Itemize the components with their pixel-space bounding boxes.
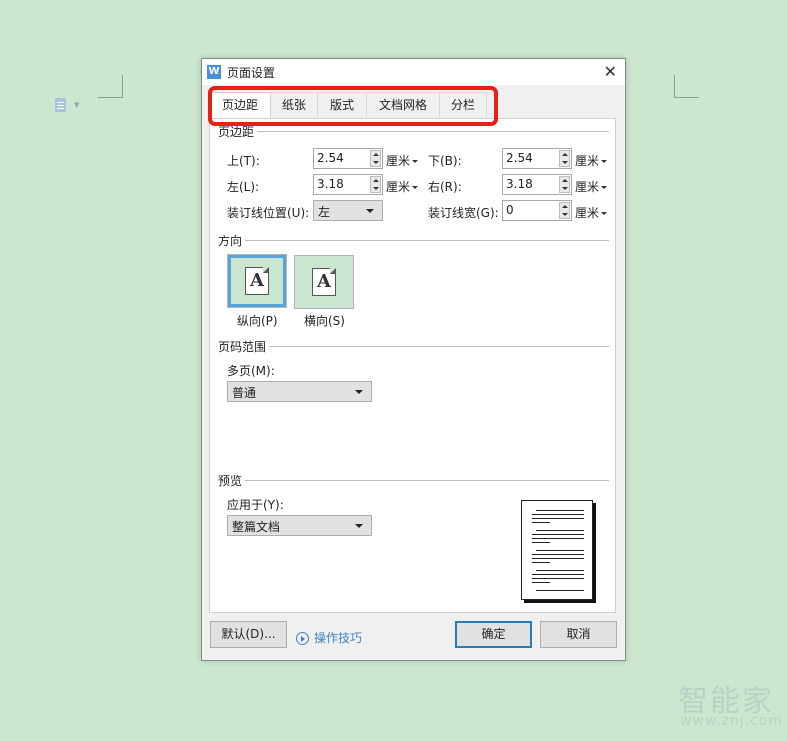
right-margin-label: 右(R): bbox=[428, 180, 462, 194]
bottom-margin-spinner[interactable]: 2.54 bbox=[502, 148, 572, 169]
gutter-position-value: 左 bbox=[318, 205, 331, 219]
preview-line bbox=[532, 538, 584, 539]
paragraph-icon[interactable] bbox=[55, 98, 66, 112]
tab-layout[interactable]: 版式 bbox=[317, 92, 367, 117]
gutter-width-label: 装订线宽(G): bbox=[428, 206, 499, 220]
margins-section-label: 页边距 bbox=[218, 123, 258, 140]
landscape-option[interactable]: A bbox=[294, 255, 354, 309]
preview-line bbox=[532, 514, 584, 515]
chevron-down-icon bbox=[355, 524, 363, 528]
multiple-pages-value: 普通 bbox=[232, 386, 257, 400]
preview-line bbox=[536, 550, 584, 551]
tab-paper[interactable]: 纸张 bbox=[270, 92, 318, 117]
page-corner-mark-right bbox=[674, 75, 699, 98]
left-margin-unit-dropdown[interactable]: 厘米 bbox=[386, 178, 418, 195]
apply-to-label: 应用于(Y): bbox=[227, 498, 284, 512]
preview-line bbox=[532, 534, 584, 535]
right-margin-spinner[interactable]: 3.18 bbox=[502, 174, 572, 195]
spinner-arrows-icon[interactable] bbox=[370, 150, 381, 167]
left-margin-spinner[interactable]: 3.18 bbox=[313, 174, 383, 195]
left-margin-value[interactable]: 3.18 bbox=[317, 177, 344, 191]
portrait-label[interactable]: 纵向(P) bbox=[237, 312, 278, 329]
right-margin-value[interactable]: 3.18 bbox=[506, 177, 533, 191]
margins-panel: 页边距 上(T): 2.54 厘米 下(B): 2.54 厘米 左(L): 3.… bbox=[209, 118, 616, 613]
preview-line bbox=[532, 582, 550, 583]
preview-line bbox=[536, 530, 584, 531]
top-margin-value[interactable]: 2.54 bbox=[317, 151, 344, 165]
page-setup-dialog: W 页面设置 ✕ 页边距 纸张 版式 文档网格 分栏 页边距 上(T): 2.5… bbox=[201, 58, 626, 661]
bottom-margin-value[interactable]: 2.54 bbox=[506, 151, 533, 165]
wps-writer-icon: W bbox=[207, 65, 221, 79]
preview-line bbox=[536, 590, 584, 591]
top-margin-unit-dropdown[interactable]: 厘米 bbox=[386, 152, 418, 169]
spinner-arrows-icon[interactable] bbox=[559, 150, 570, 167]
page-range-section-label: 页码范围 bbox=[218, 338, 270, 355]
section-divider bbox=[218, 240, 609, 241]
page-corner-mark-left bbox=[98, 75, 123, 98]
left-margin-label: 左(L): bbox=[227, 180, 260, 194]
top-margin-label: 上(T): bbox=[227, 154, 260, 168]
tips-label[interactable]: 操作技巧 bbox=[314, 631, 362, 645]
spinner-arrows-icon[interactable] bbox=[559, 202, 570, 219]
gutter-position-label: 装订线位置(U): bbox=[227, 206, 310, 220]
chevron-down-icon[interactable]: ▼ bbox=[74, 101, 79, 109]
right-margin-unit-dropdown[interactable]: 厘米 bbox=[575, 178, 607, 195]
page-preview bbox=[521, 500, 593, 600]
spinner-arrows-icon[interactable] bbox=[559, 176, 570, 193]
multiple-pages-select[interactable]: 普通 bbox=[227, 381, 372, 402]
preview-line bbox=[536, 570, 584, 571]
chevron-down-icon bbox=[355, 390, 363, 394]
dialog-title: 页面设置 bbox=[227, 66, 276, 80]
chevron-down-icon bbox=[366, 209, 374, 213]
preview-line bbox=[532, 518, 584, 519]
tab-margins[interactable]: 页边距 bbox=[209, 92, 271, 119]
section-divider bbox=[218, 131, 609, 132]
landscape-page-icon: A bbox=[312, 268, 336, 296]
preview-line bbox=[532, 522, 550, 523]
section-divider bbox=[218, 480, 609, 481]
gutter-position-select[interactable]: 左 bbox=[313, 200, 383, 221]
preview-section-label: 预览 bbox=[218, 472, 246, 489]
portrait-option[interactable]: A bbox=[227, 254, 287, 308]
portrait-page-icon: A bbox=[245, 267, 269, 295]
preview-line bbox=[532, 574, 584, 575]
apply-to-value: 整篇文档 bbox=[232, 520, 281, 534]
section-divider bbox=[218, 346, 609, 347]
preview-line bbox=[532, 554, 584, 555]
tips-link[interactable]: 操作技巧 bbox=[296, 629, 362, 646]
preview-line bbox=[532, 578, 584, 579]
default-button[interactable]: 默认(D)... bbox=[210, 621, 287, 648]
title-bar: W 页面设置 ✕ bbox=[202, 59, 625, 85]
preview-line bbox=[536, 510, 584, 511]
ok-button[interactable]: 确定 bbox=[455, 621, 532, 648]
landscape-label[interactable]: 横向(S) bbox=[304, 312, 345, 329]
tab-document-grid[interactable]: 文档网格 bbox=[366, 92, 440, 117]
cancel-button[interactable]: 取消 bbox=[540, 621, 617, 648]
spinner-arrows-icon[interactable] bbox=[370, 176, 381, 193]
gutter-width-spinner[interactable]: 0 bbox=[502, 200, 572, 221]
orientation-section-label: 方向 bbox=[218, 232, 246, 249]
apply-to-select[interactable]: 整篇文档 bbox=[227, 515, 372, 536]
preview-line bbox=[532, 558, 584, 559]
preview-line bbox=[532, 562, 550, 563]
preview-line bbox=[532, 542, 550, 543]
bottom-margin-unit-dropdown[interactable]: 厘米 bbox=[575, 152, 607, 169]
top-margin-spinner[interactable]: 2.54 bbox=[313, 148, 383, 169]
bottom-margin-label: 下(B): bbox=[428, 154, 462, 168]
watermark-url: www.znj.com bbox=[680, 713, 783, 729]
gutter-width-value[interactable]: 0 bbox=[506, 203, 514, 217]
play-circle-icon bbox=[296, 632, 309, 645]
gutter-width-unit-dropdown[interactable]: 厘米 bbox=[575, 204, 607, 221]
tab-columns[interactable]: 分栏 bbox=[439, 92, 487, 117]
multiple-pages-label: 多页(M): bbox=[227, 364, 275, 378]
close-icon[interactable]: ✕ bbox=[604, 62, 617, 81]
